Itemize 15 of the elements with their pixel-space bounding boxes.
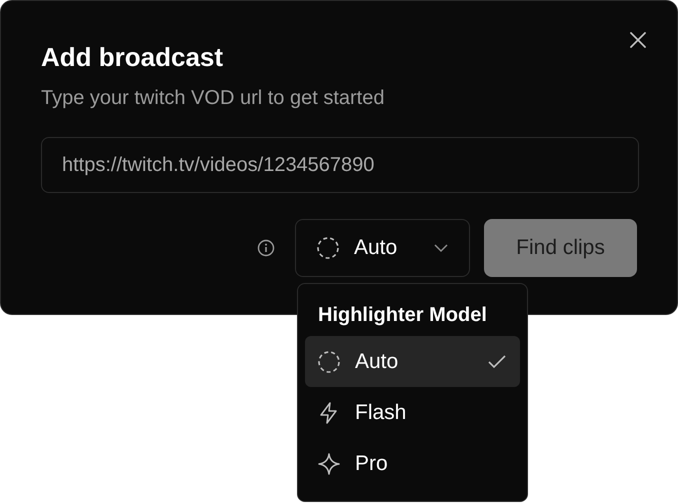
dialog-subtitle: Type your twitch VOD url to get started xyxy=(41,86,386,111)
dashed-circle-icon xyxy=(317,350,341,374)
menu-item[interactable]: Pro xyxy=(305,438,520,489)
check-icon xyxy=(487,354,507,370)
menu-heading: Highlighter Model xyxy=(317,303,488,328)
menu-item[interactable]: Auto xyxy=(305,336,520,387)
info-icon[interactable] xyxy=(257,239,275,257)
dialog-title: Add broadcast xyxy=(41,41,224,74)
chevron-down-icon xyxy=(433,243,449,253)
model-dropdown[interactable]: Auto xyxy=(295,219,470,277)
url-field[interactable]: https://twitch.tv/videos/1234567890 xyxy=(41,137,639,193)
dashed-circle-icon xyxy=(316,236,340,260)
sparkle-icon xyxy=(317,452,341,476)
menu-item[interactable]: Flash xyxy=(305,387,520,438)
close-icon[interactable] xyxy=(629,31,647,49)
